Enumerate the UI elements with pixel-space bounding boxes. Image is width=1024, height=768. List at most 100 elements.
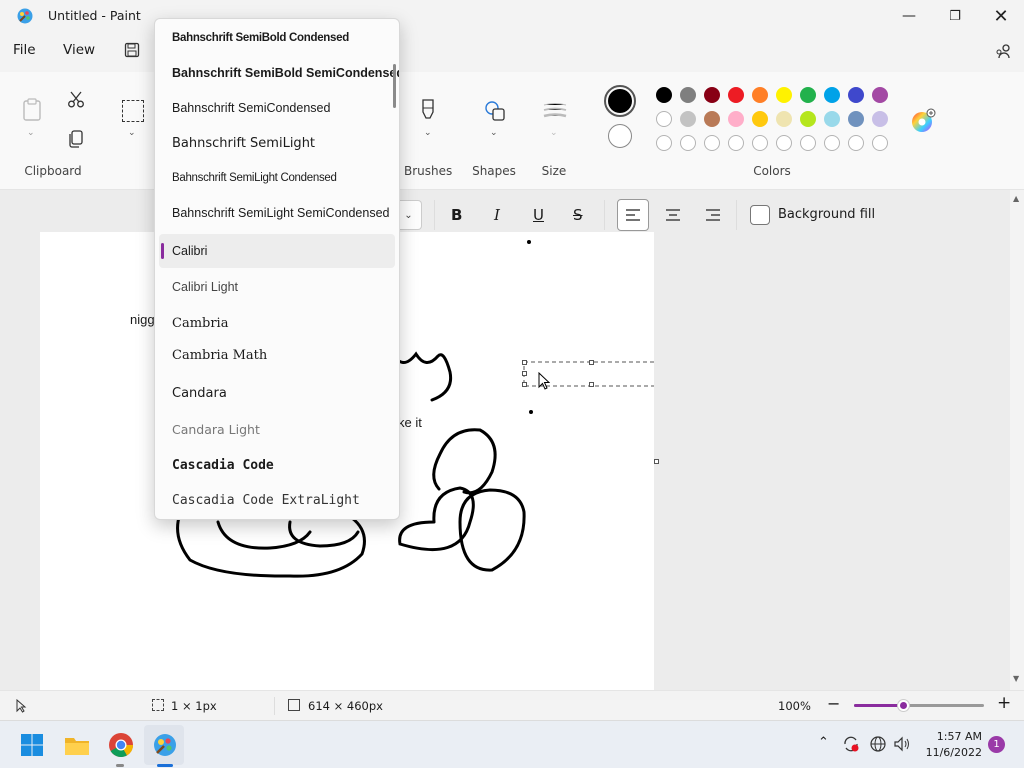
- color-swatch[interactable]: [848, 87, 864, 103]
- zoom-out-icon[interactable]: −: [827, 694, 840, 713]
- custom-color-slot[interactable]: [800, 135, 816, 151]
- font-option[interactable]: Cascadia Code ExtraLight: [155, 483, 395, 517]
- vertical-scrollbar[interactable]: ▲ ▼: [1010, 190, 1024, 690]
- select-icon[interactable]: [122, 100, 144, 122]
- color-swatch[interactable]: [728, 111, 744, 127]
- custom-color-slot[interactable]: [824, 135, 840, 151]
- custom-color-slot[interactable]: [656, 135, 672, 151]
- font-option[interactable]: Calibri Light: [155, 270, 395, 304]
- file-explorer-icon[interactable]: [64, 733, 90, 757]
- zoom-in-icon[interactable]: +: [997, 693, 1011, 713]
- resize-handle[interactable]: [589, 360, 594, 365]
- select-chevron-icon[interactable]: ⌄: [128, 128, 136, 138]
- zoom-slider-track[interactable]: [854, 704, 984, 707]
- resize-handle[interactable]: [589, 382, 594, 387]
- font-option[interactable]: Cambria Math: [155, 338, 395, 372]
- color-swatch[interactable]: [872, 111, 888, 127]
- align-center-button[interactable]: [665, 209, 681, 224]
- color-swatch[interactable]: [776, 87, 792, 103]
- volume-icon[interactable]: [893, 735, 911, 753]
- bold-button[interactable]: B: [451, 206, 462, 224]
- menu-view[interactable]: View: [63, 42, 95, 58]
- menu-file[interactable]: File: [13, 42, 36, 58]
- color-swatch[interactable]: [752, 111, 768, 127]
- brush-chevron-icon[interactable]: ⌄: [424, 128, 432, 138]
- color-swatch[interactable]: [824, 87, 840, 103]
- primary-color-button[interactable]: [604, 85, 636, 117]
- zoom-level-text[interactable]: 100%: [778, 699, 811, 713]
- close-button[interactable]: ✕: [978, 0, 1024, 32]
- clock-time[interactable]: 1:57 AM: [924, 730, 982, 743]
- font-option[interactable]: Candara: [155, 376, 395, 410]
- align-right-button[interactable]: [705, 209, 721, 224]
- custom-color-slot[interactable]: [776, 135, 792, 151]
- font-option[interactable]: Candara Light: [155, 412, 395, 446]
- color-swatch[interactable]: [752, 87, 768, 103]
- chrome-icon[interactable]: [108, 732, 134, 758]
- font-option[interactable]: Bahnschrift SemiBold Condensed: [155, 21, 395, 55]
- font-option[interactable]: Cambria: [155, 306, 395, 340]
- notification-badge[interactable]: 1: [988, 736, 1005, 753]
- cut-icon[interactable]: [67, 90, 85, 108]
- font-option[interactable]: Bahnschrift SemiBold SemiCondensed: [155, 56, 399, 90]
- clock-date[interactable]: 11/6/2022: [920, 746, 982, 759]
- color-swatch[interactable]: [680, 111, 696, 127]
- color-swatch[interactable]: [776, 111, 792, 127]
- color-swatch[interactable]: [872, 87, 888, 103]
- font-option[interactable]: Bahnschrift SemiCondensed: [155, 91, 395, 125]
- network-globe-icon[interactable]: [869, 735, 887, 753]
- copy-icon[interactable]: [68, 130, 84, 148]
- font-option[interactable]: Bahnschrift SemiLight: [155, 126, 395, 160]
- custom-color-slot[interactable]: [704, 135, 720, 151]
- brush-icon[interactable]: [420, 98, 436, 124]
- resize-handle[interactable]: [522, 382, 527, 387]
- underline-button[interactable]: U: [533, 206, 544, 224]
- custom-color-slot[interactable]: [872, 135, 888, 151]
- color-swatch[interactable]: [680, 87, 696, 103]
- font-option[interactable]: Bahnschrift SemiLight SemiCondensed: [155, 196, 395, 230]
- font-option[interactable]: Cascadia Code: [155, 448, 395, 482]
- paste-icon[interactable]: [22, 98, 42, 122]
- strikethrough-button[interactable]: S: [573, 206, 583, 224]
- size-chevron-icon[interactable]: ⌄: [550, 128, 558, 138]
- scroll-up-icon[interactable]: ▲: [1013, 194, 1019, 203]
- color-swatch[interactable]: [656, 87, 672, 103]
- color-swatch[interactable]: [728, 87, 744, 103]
- size-icon[interactable]: [543, 102, 567, 120]
- italic-button[interactable]: I: [494, 206, 500, 224]
- font-family-dropdown-list[interactable]: Bahnschrift SemiBold Condensed Bahnschrif…: [154, 18, 400, 520]
- custom-color-slot[interactable]: [848, 135, 864, 151]
- custom-color-slot[interactable]: [728, 135, 744, 151]
- sync-alert-icon[interactable]: [842, 735, 860, 753]
- resize-handle[interactable]: [522, 371, 527, 376]
- save-icon[interactable]: [124, 42, 140, 58]
- scroll-down-icon[interactable]: ▼: [1013, 674, 1019, 683]
- font-option[interactable]: Bahnschrift SemiLight Condensed: [155, 161, 395, 195]
- custom-color-slot[interactable]: [680, 135, 696, 151]
- restore-button[interactable]: ❐: [932, 0, 978, 32]
- share-icon[interactable]: [994, 42, 1012, 60]
- color-swatch[interactable]: [800, 111, 816, 127]
- windows-start-icon[interactable]: [20, 733, 44, 757]
- color-swatch[interactable]: [704, 87, 720, 103]
- edit-colors-icon[interactable]: [910, 108, 936, 134]
- color-swatch[interactable]: [704, 111, 720, 127]
- font-option[interactable]: Calibri: [159, 234, 395, 268]
- background-fill-checkbox[interactable]: [750, 205, 770, 225]
- canvas-resize-handle[interactable]: [654, 459, 659, 464]
- dropdown-scrollbar-thumb[interactable]: [393, 64, 396, 108]
- color-swatch[interactable]: [848, 111, 864, 127]
- show-hidden-icons-chevron-icon[interactable]: ⌃: [818, 735, 829, 750]
- color-swatch[interactable]: [656, 111, 672, 127]
- custom-color-slot[interactable]: [752, 135, 768, 151]
- minimize-button[interactable]: —: [886, 0, 932, 32]
- shapes-icon[interactable]: [484, 100, 506, 122]
- paste-chevron-icon[interactable]: ⌄: [27, 128, 35, 138]
- shapes-chevron-icon[interactable]: ⌄: [490, 128, 498, 138]
- color-swatch[interactable]: [800, 87, 816, 103]
- secondary-color-button[interactable]: [608, 124, 632, 148]
- resize-handle[interactable]: [522, 360, 527, 365]
- zoom-slider-thumb[interactable]: [897, 699, 910, 712]
- color-swatch[interactable]: [824, 111, 840, 127]
- align-left-button[interactable]: [617, 199, 649, 231]
